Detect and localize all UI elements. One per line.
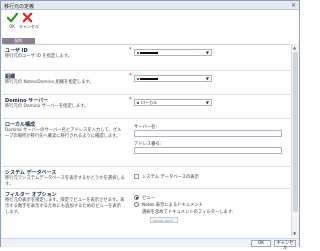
checkmark-icon (6, 12, 18, 23)
user-id-heading: ユーザ ID (5, 48, 28, 54)
system-database-heading: システム データベース (5, 170, 57, 176)
address-input[interactable] (134, 147, 282, 154)
domino-server-heading: Domino サーバー (5, 98, 49, 104)
filter-value-input[interactable]: value gold (150, 217, 178, 223)
local-config-heading: ローカル構成 (5, 122, 36, 128)
radio-notes-doc[interactable] (134, 202, 139, 207)
server-name-input[interactable] (134, 130, 282, 137)
show-system-db-label: システム データベースの表示 (142, 175, 199, 180)
section-organization: 組織 移行元の Notes/Domino 組織を指定します。 * ▼ (2, 71, 290, 95)
chevron-down-icon: ▼ (205, 76, 209, 81)
user-id-select[interactable]: ▼ (134, 49, 212, 56)
section-user-id: ユーザ ID 移行元のユーザ ID を指定します。 * ▼ (2, 45, 290, 71)
masked-value (140, 52, 158, 54)
local-config-description: Domino サーバーのサーバー名とアドレスを入力して、グループの場所が移行先へ… (5, 128, 122, 139)
cancel-button[interactable]: キャンセル (274, 240, 296, 251)
window-title: 移行元の定義 (4, 4, 35, 10)
cancel-toolbar-button[interactable]: キャンセル (19, 12, 39, 34)
filter-sub-label: 選択を含めてドキュメントのフィルターします: (142, 210, 234, 215)
filter-options-description: 移行元の表示を限定します。限定でビューを表示させます。表示する数字を表示するため… (5, 198, 125, 215)
scroll-down-icon[interactable]: ▼ (293, 231, 296, 236)
organization-heading: 組織 (5, 74, 16, 80)
scroll-up-icon[interactable]: ▲ (293, 45, 296, 50)
section-local-config: ローカル構成 Domino サーバーのサーバー名とアドレスを入力して、グループの… (2, 119, 290, 167)
status-dot-icon (137, 78, 139, 80)
radio-view-label: ビュー (142, 196, 155, 201)
organization-description: 移行元の Notes/Domino 組織を指定します。 (5, 80, 94, 85)
domino-server-value: ローカル (141, 100, 157, 105)
dialog-footer: OK キャンセル (1, 238, 299, 251)
radio-notes-doc-label: Notes 表示によるドキュメント (142, 203, 203, 208)
organization-select[interactable]: ▼ (134, 75, 212, 82)
settings-panel: ユーザ ID 移行元のユーザ ID を指定します。 * ▼ 組織 移行元の No… (2, 44, 290, 237)
show-system-db-checkbox[interactable] (134, 174, 139, 179)
radio-view[interactable] (134, 195, 139, 200)
close-icon[interactable]: ✕ (291, 2, 296, 9)
system-database-description: 移行元でシステムデータベースを表示するかどうかを選択します。 (5, 176, 125, 187)
required-marker: * (129, 97, 132, 103)
required-marker: * (129, 47, 132, 53)
cancel-toolbar-label: キャンセル (19, 24, 39, 29)
scroll-thumb[interactable] (293, 52, 298, 212)
domino-server-select[interactable]: ローカル ▼ (134, 99, 212, 106)
filter-options-heading: フィルター オプション (5, 192, 57, 198)
ok-button[interactable]: OK (251, 240, 271, 247)
domino-server-description: 移行元の Domino サーバーを指定します。 (5, 104, 89, 109)
ok-toolbar-button[interactable]: OK (4, 12, 20, 34)
vertical-scrollbar[interactable]: ▲ ▼ (291, 44, 299, 237)
required-marker: * (129, 73, 132, 79)
section-filter-options: フィルター オプション 移行元の表示を限定します。限定でビューを表示させます。表… (2, 189, 290, 237)
status-dot-icon (137, 52, 139, 54)
user-id-description: 移行元のユーザ ID を指定します。 (5, 54, 72, 59)
chevron-down-icon: ▼ (205, 100, 209, 105)
cancel-x-icon (22, 12, 32, 23)
status-dot-icon (137, 102, 139, 104)
section-system-database: システム データベース 移行元でシステムデータベースを表示するかどうかを選択しま… (2, 167, 290, 189)
chevron-down-icon: ▼ (205, 50, 209, 55)
toolbar: OK キャンセル (1, 10, 299, 38)
section-domino-server: Domino サーバー 移行元の Domino サーバーを指定します。 * ロー… (2, 95, 290, 119)
title-bar: 移行元の定義 ✕ (1, 1, 299, 10)
ok-toolbar-label: OK (9, 24, 15, 29)
dialog-window: 移行元の定義 ✕ OK キャンセル 契約 ユーザ ID 移行元のユーザ ID を… (0, 0, 300, 251)
masked-value (140, 78, 158, 80)
